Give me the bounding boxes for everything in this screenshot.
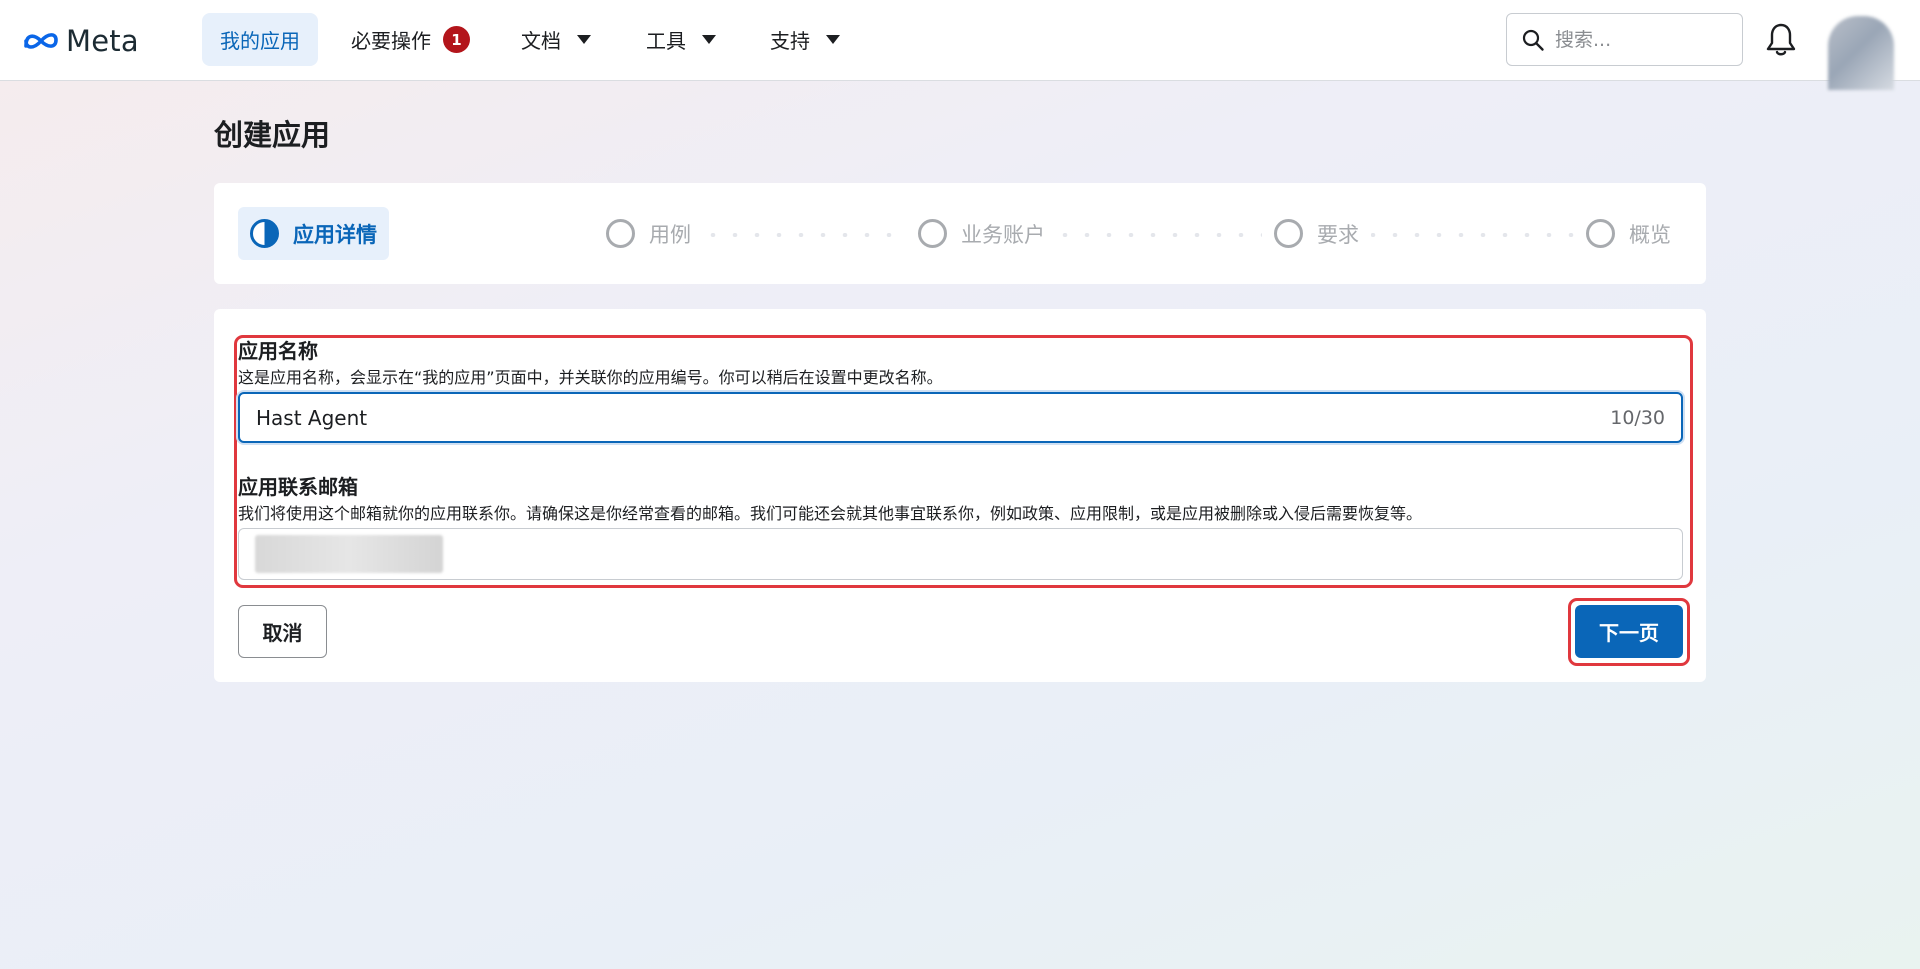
brand-name: Meta [66, 24, 139, 58]
step-business-account[interactable]: 业务账户 [906, 207, 1057, 260]
app-name-character-counter: 10/30 [1610, 406, 1665, 429]
step-requirements[interactable]: 要求 [1262, 207, 1371, 260]
nav-tools-label: 工具 [646, 29, 686, 53]
notifications-bell-icon[interactable] [1764, 22, 1798, 58]
nav-support-label: 支持 [770, 29, 810, 53]
search-input[interactable] [1555, 28, 1725, 51]
caret-down-icon [826, 35, 840, 44]
cancel-button[interactable]: 取消 [238, 605, 327, 658]
notification-count-badge: 1 [443, 26, 470, 53]
top-navigation-bar: Meta 我的应用 必要操作 1 文档 工具 支持 [0, 0, 1920, 90]
step-app-details[interactable]: 应用详情 [238, 207, 389, 260]
app-name-value: Hast Agent [256, 405, 368, 430]
step-overview-label: 概览 [1629, 222, 1671, 247]
app-name-input[interactable]: Hast Agent 10/30 [238, 392, 1683, 443]
nav-required-actions[interactable]: 必要操作 1 [333, 13, 488, 66]
caret-down-icon [577, 35, 591, 44]
nav-docs[interactable]: 文档 [503, 13, 609, 66]
empty-circle-icon [1274, 219, 1303, 248]
contact-email-label: 应用联系邮箱 [238, 475, 358, 499]
contact-email-input[interactable] [238, 528, 1683, 580]
step-use-cases[interactable]: 用例 [594, 207, 703, 260]
meta-infinity-icon [24, 33, 58, 49]
user-avatar[interactable] [1828, 16, 1894, 90]
half-filled-circle-icon [250, 219, 279, 248]
step-requirements-label: 要求 [1317, 222, 1359, 247]
app-name-label: 应用名称 [238, 339, 318, 363]
step-use-cases-label: 用例 [649, 222, 691, 247]
nav-tools[interactable]: 工具 [628, 13, 734, 66]
caret-down-icon [702, 35, 716, 44]
redacted-email-value [255, 535, 443, 573]
nav-my-apps-label: 我的应用 [220, 29, 300, 53]
contact-email-help-text: 我们将使用这个邮箱就你的应用联系你。请确保这是你经常查看的邮箱。我们可能还会就其… [238, 504, 1423, 523]
nav-required-actions-label: 必要操作 [351, 29, 431, 53]
page-title: 创建应用 [214, 118, 331, 152]
step-app-details-label: 应用详情 [293, 222, 377, 247]
nav-docs-label: 文档 [521, 29, 561, 53]
progress-stepper: 应用详情 用例 业务账户 要求 概览 [214, 183, 1706, 284]
nav-support[interactable]: 支持 [752, 13, 858, 66]
app-name-help-text: 这是应用名称，会显示在“我的应用”页面中，并关联你的应用编号。你可以稍后在设置中… [238, 368, 943, 387]
search-box[interactable] [1506, 13, 1743, 66]
empty-circle-icon [918, 219, 947, 248]
empty-circle-icon [1586, 219, 1615, 248]
step-business-account-label: 业务账户 [961, 222, 1045, 247]
empty-circle-icon [606, 219, 635, 248]
stepper-dotted-line [614, 233, 1616, 237]
meta-logo[interactable]: Meta [22, 24, 139, 58]
next-page-button[interactable]: 下一页 [1575, 605, 1683, 658]
search-icon [1522, 29, 1544, 51]
step-overview[interactable]: 概览 [1574, 207, 1683, 260]
nav-my-apps[interactable]: 我的应用 [202, 13, 318, 66]
